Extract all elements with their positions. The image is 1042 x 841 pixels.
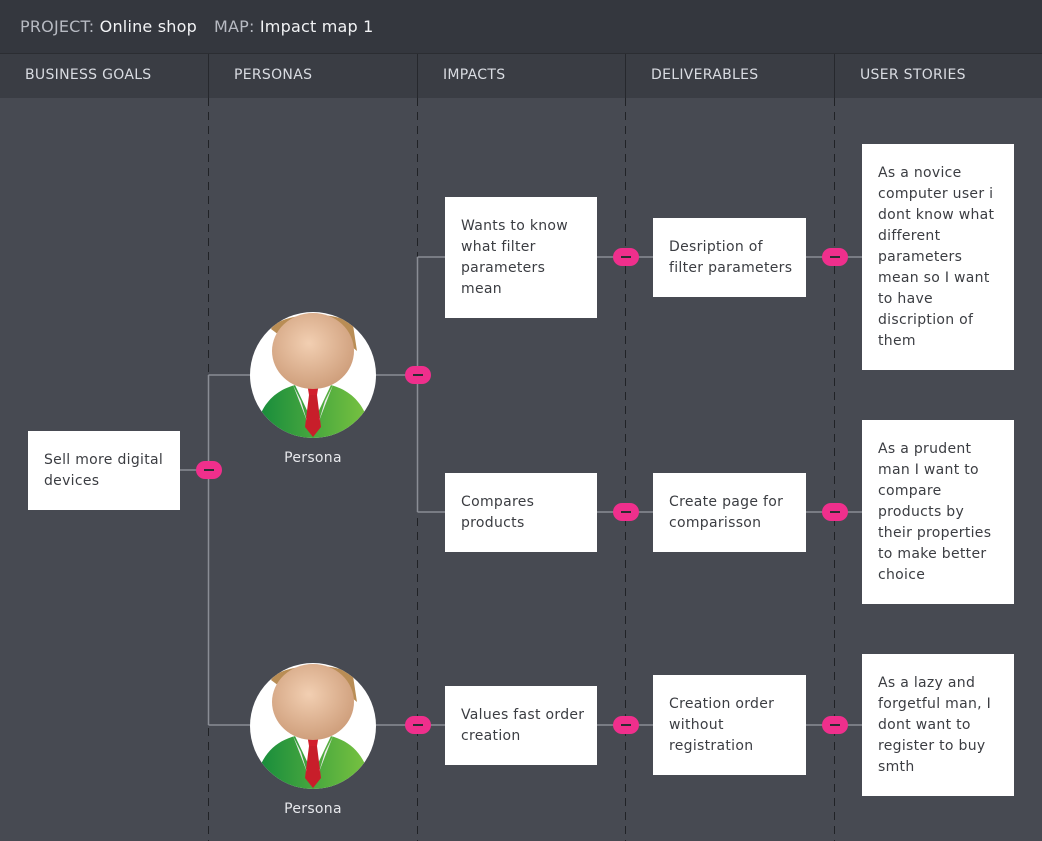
- impact-text: Compares products: [461, 493, 535, 531]
- impact-text: Values fast order creation: [461, 706, 585, 744]
- impact-card[interactable]: Compares products: [445, 473, 597, 552]
- impact-card[interactable]: Values fast order creation: [445, 686, 597, 765]
- user-story-text: As a lazy and forgetful man, I dont want…: [878, 674, 992, 775]
- impact-card[interactable]: Wants to know what filter parameters mea…: [445, 197, 597, 318]
- deliverable-text: Desription of filter parameters: [669, 238, 793, 276]
- deliverable-card[interactable]: Desription of filter parameters: [653, 218, 806, 297]
- user-story-card[interactable]: As a lazy and forgetful man, I dont want…: [862, 654, 1014, 796]
- deliverable-card[interactable]: Creation order without registration: [653, 675, 806, 775]
- collapse-toggle-icon[interactable]: [613, 248, 639, 266]
- persona-to-impact-connector: [376, 256, 445, 513]
- goal-to-persona-connector: [180, 374, 250, 726]
- user-story-text: As a prudent man I want to compare produ…: [878, 440, 992, 583]
- deliverable-text: Create page for comparisson: [669, 493, 784, 531]
- collapse-toggle-icon[interactable]: [196, 461, 222, 479]
- collapse-toggle-icon[interactable]: [405, 716, 431, 734]
- collapse-toggle-icon[interactable]: [822, 248, 848, 266]
- collapse-toggle-icon[interactable]: [613, 716, 639, 734]
- goal-text: Sell more digital devices: [44, 451, 164, 489]
- impact-text: Wants to know what filter parameters mea…: [461, 217, 569, 297]
- collapse-toggle-icon[interactable]: [613, 503, 639, 521]
- collapse-toggle-icon[interactable]: [822, 503, 848, 521]
- persona-label: Persona: [284, 801, 342, 817]
- user-story-card[interactable]: As a prudent man I want to compare produ…: [862, 420, 1014, 604]
- goal-card[interactable]: Sell more digital devices: [28, 431, 180, 510]
- user-story-text: As a novice computer user i dont know wh…: [878, 164, 995, 349]
- persona-avatar-icon[interactable]: [249, 662, 377, 790]
- persona-label: Persona: [284, 450, 342, 466]
- persona-avatar-icon[interactable]: [249, 311, 377, 439]
- user-story-card[interactable]: As a novice computer user i dont know wh…: [862, 144, 1014, 370]
- collapse-toggle-icon[interactable]: [405, 366, 431, 384]
- deliverable-text: Creation order without registration: [669, 695, 775, 754]
- collapse-toggle-icon[interactable]: [822, 716, 848, 734]
- deliverable-card[interactable]: Create page for comparisson: [653, 473, 806, 552]
